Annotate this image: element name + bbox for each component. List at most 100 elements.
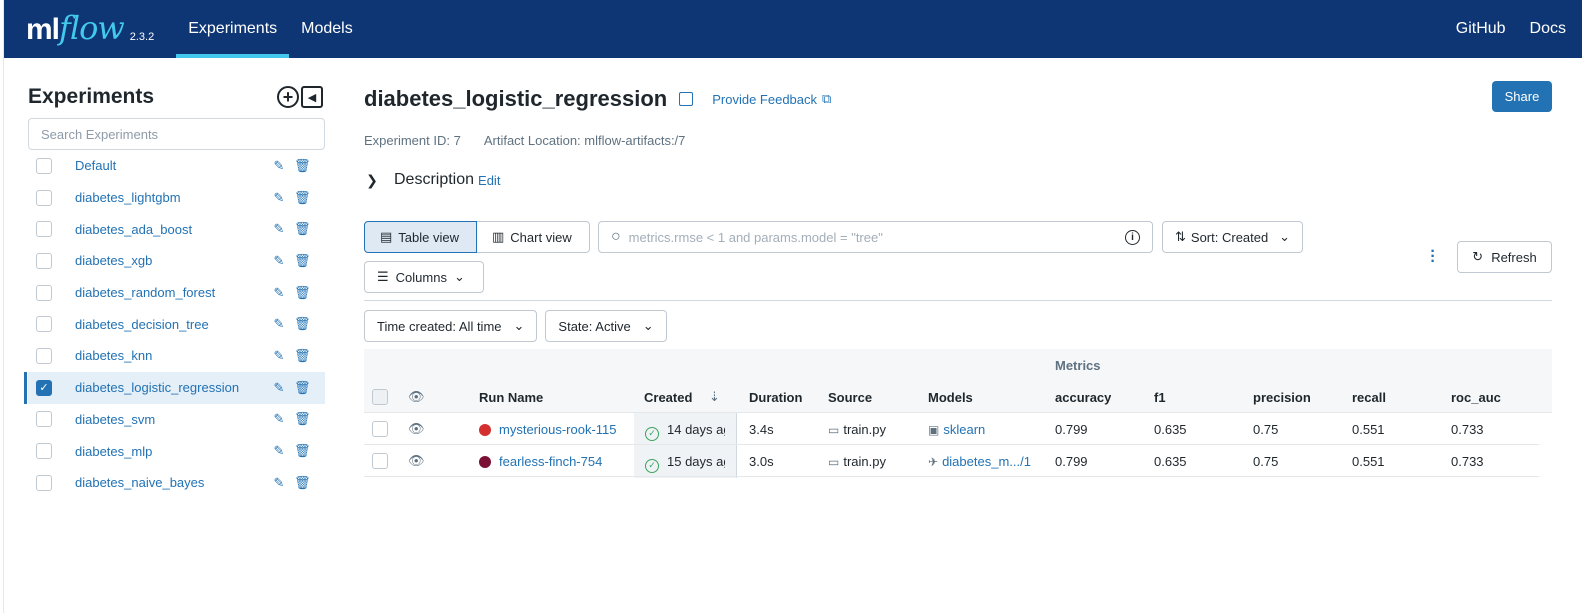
- experiment-item[interactable]: diabetes_xgb ✎ 🗑: [28, 245, 325, 277]
- header-source[interactable]: Source: [828, 390, 872, 405]
- nav-docs[interactable]: Docs: [1518, 0, 1578, 58]
- nav-experiments[interactable]: Experiments: [176, 0, 290, 58]
- edit-icon[interactable]: ✎: [272, 411, 286, 427]
- experiment-checkbox[interactable]: [36, 443, 52, 460]
- edit-icon[interactable]: ✎: [272, 380, 286, 396]
- experiment-name[interactable]: diabetes_naive_bayes: [75, 475, 272, 490]
- row-checkbox[interactable]: [372, 453, 388, 469]
- trash-icon[interactable]: 🗑: [294, 475, 311, 491]
- experiment-name[interactable]: diabetes_decision_tree: [75, 317, 272, 332]
- run-filter-input[interactable]: ○ metrics.rmse < 1 and params.model = "t…: [598, 221, 1153, 253]
- experiment-item[interactable]: diabetes_random_forest ✎ 🗑: [28, 277, 325, 309]
- model-link[interactable]: diabetes_m.../1: [942, 454, 1031, 469]
- edit-icon[interactable]: ✎: [272, 316, 286, 332]
- edit-icon[interactable]: ✎: [272, 348, 286, 364]
- models-cell[interactable]: ✈ diabetes_m.../1: [928, 454, 1038, 469]
- chevron-right-icon[interactable]: ❯: [364, 172, 380, 189]
- experiment-checkbox[interactable]: [36, 284, 52, 301]
- edit-description-link[interactable]: Edit: [478, 173, 500, 188]
- columns-button[interactable]: ☰ Columns ⌄: [364, 261, 484, 293]
- chart-view-button[interactable]: ▥ Chart view: [477, 221, 590, 253]
- state-dropdown[interactable]: State: Active ⌄: [545, 310, 667, 342]
- table-row[interactable]: 👁 fearless-finch-754 ✓ 15 days ago 3.0s ▭trai…: [364, 445, 1539, 477]
- header-models[interactable]: Models: [928, 390, 973, 405]
- experiment-checkbox[interactable]: [36, 157, 52, 174]
- header-precision[interactable]: precision: [1253, 390, 1311, 405]
- experiment-item[interactable]: Default ✎ 🗑: [28, 150, 325, 182]
- experiment-checkbox[interactable]: [36, 252, 52, 269]
- provide-feedback-link[interactable]: Provide Feedback ⧉: [712, 91, 831, 107]
- info-icon[interactable]: i: [1125, 229, 1140, 245]
- experiment-name[interactable]: diabetes_knn: [75, 348, 272, 363]
- more-options-icon[interactable]: · · ·: [1428, 244, 1438, 270]
- trash-icon[interactable]: 🗑: [294, 253, 311, 269]
- run-name-link[interactable]: fearless-finch-754: [499, 454, 602, 469]
- trash-icon[interactable]: 🗑: [294, 380, 311, 396]
- trash-icon[interactable]: 🗑: [294, 158, 311, 174]
- experiment-checkbox[interactable]: [36, 411, 52, 428]
- experiment-name[interactable]: diabetes_lightgbm: [75, 190, 272, 205]
- header-roc-auc[interactable]: roc_auc: [1451, 390, 1501, 405]
- experiment-name[interactable]: diabetes_ada_boost: [75, 222, 272, 237]
- edit-icon[interactable]: ✎: [272, 475, 286, 491]
- create-experiment-icon[interactable]: +: [277, 86, 299, 108]
- experiment-checkbox[interactable]: [36, 474, 52, 491]
- experiment-name[interactable]: diabetes_mlp: [75, 444, 272, 459]
- nav-github[interactable]: GitHub: [1444, 0, 1518, 58]
- run-name-cell[interactable]: fearless-finch-754: [479, 454, 602, 469]
- search-experiments-input[interactable]: Search Experiments: [28, 118, 325, 150]
- experiment-name[interactable]: diabetes_logistic_regression: [75, 380, 272, 395]
- experiment-checkbox[interactable]: [36, 221, 52, 238]
- run-name-cell[interactable]: mysterious-rook-115: [479, 422, 617, 437]
- edit-icon[interactable]: ✎: [272, 443, 286, 459]
- source-cell[interactable]: ▭ train.py: [828, 454, 886, 469]
- trash-icon[interactable]: 🗑: [294, 190, 311, 206]
- experiment-item[interactable]: ✓ diabetes_logistic_regression ✎ 🗑: [24, 371, 325, 404]
- experiment-item[interactable]: diabetes_ada_boost ✎ 🗑: [28, 213, 325, 245]
- refresh-button[interactable]: ↻ Refresh: [1457, 241, 1552, 273]
- experiment-checkbox[interactable]: [36, 316, 52, 333]
- experiment-item[interactable]: diabetes_naive_bayes ✎ 🗑: [28, 467, 325, 499]
- experiment-checkbox[interactable]: ✓: [36, 379, 52, 396]
- experiment-item[interactable]: diabetes_mlp ✎ 🗑: [28, 435, 325, 467]
- experiment-checkbox[interactable]: [36, 347, 52, 364]
- row-checkbox[interactable]: [372, 421, 388, 437]
- experiment-item[interactable]: diabetes_decision_tree ✎ 🗑: [28, 308, 325, 340]
- run-name-link[interactable]: mysterious-rook-115: [499, 422, 617, 437]
- models-cell[interactable]: ▣ sklearn: [928, 422, 1038, 437]
- header-recall[interactable]: recall: [1352, 390, 1386, 405]
- trash-icon[interactable]: 🗑: [294, 221, 311, 237]
- mlflow-logo[interactable]: ml flow 2.3.2: [4, 0, 154, 58]
- eye-icon[interactable]: 👁: [408, 453, 425, 469]
- eye-icon[interactable]: 👁: [408, 421, 425, 437]
- trash-icon[interactable]: 🗑: [294, 348, 311, 364]
- header-f1[interactable]: f1: [1154, 390, 1166, 405]
- eye-icon[interactable]: 👁: [408, 389, 425, 405]
- copy-icon[interactable]: [679, 92, 694, 106]
- edit-icon[interactable]: ✎: [272, 285, 286, 301]
- experiment-item[interactable]: diabetes_svm ✎ 🗑: [28, 404, 325, 436]
- share-button[interactable]: Share: [1492, 81, 1552, 112]
- time-created-dropdown[interactable]: Time created: All time ⌄: [364, 310, 538, 342]
- collapse-sidebar-icon[interactable]: ◀: [301, 86, 323, 108]
- edit-icon[interactable]: ✎: [272, 190, 286, 206]
- edit-icon[interactable]: ✎: [272, 221, 286, 237]
- sort-dropdown[interactable]: ⇅ Sort: Created ⌄: [1162, 221, 1303, 253]
- table-view-button[interactable]: ▤ Table view: [364, 221, 477, 253]
- experiment-item[interactable]: diabetes_knn ✎ 🗑: [28, 340, 325, 372]
- experiment-name[interactable]: diabetes_xgb: [75, 253, 272, 268]
- trash-icon[interactable]: 🗑: [294, 316, 311, 332]
- edit-icon[interactable]: ✎: [272, 253, 286, 269]
- source-cell[interactable]: ▭ train.py: [828, 422, 886, 437]
- header-duration[interactable]: Duration: [749, 390, 802, 405]
- nav-models[interactable]: Models: [289, 0, 365, 58]
- sort-desc-icon[interactable]: ⇣: [709, 389, 720, 405]
- experiment-name[interactable]: diabetes_random_forest: [75, 285, 272, 300]
- model-link[interactable]: sklearn: [943, 422, 985, 437]
- edit-icon[interactable]: ✎: [272, 158, 286, 174]
- table-row[interactable]: 👁 mysterious-rook-115 ✓ 14 days ago 3.4s ▭tra…: [364, 413, 1539, 445]
- experiment-name[interactable]: diabetes_svm: [75, 412, 272, 427]
- trash-icon[interactable]: 🗑: [294, 443, 311, 459]
- trash-icon[interactable]: 🗑: [294, 285, 311, 301]
- header-accuracy[interactable]: accuracy: [1055, 390, 1111, 405]
